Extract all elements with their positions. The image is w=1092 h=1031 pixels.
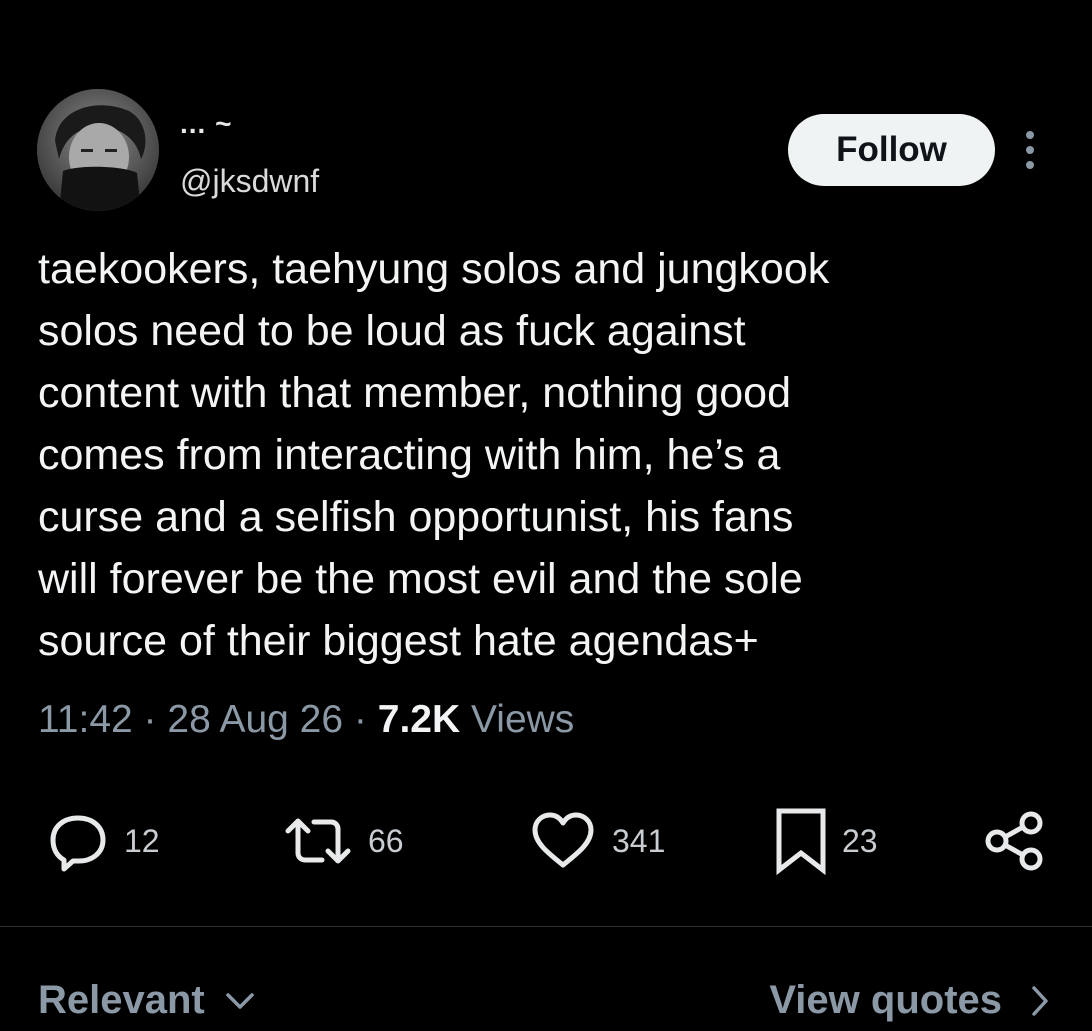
repost-button[interactable]: 66	[282, 806, 404, 876]
bookmark-icon	[776, 808, 826, 876]
views-count[interactable]: 7.2K	[378, 698, 460, 741]
more-vertical-icon[interactable]	[1019, 128, 1041, 172]
sort-dropdown[interactable]: Relevant	[38, 978, 257, 1023]
view-quotes-label: View quotes	[769, 978, 1002, 1022]
divider	[0, 926, 1092, 927]
bookmark-button[interactable]: 23	[774, 806, 878, 876]
reply-count: 12	[124, 822, 160, 859]
meta-separator: ·	[143, 698, 157, 741]
views-label: Views	[470, 698, 575, 741]
repost-icon	[285, 818, 351, 864]
tweet-time[interactable]: 11:42	[38, 698, 133, 741]
tweet-page: ... ~ @jksdwnf Follow taekookers, taehyu…	[0, 0, 1092, 1031]
chevron-right-icon	[1032, 985, 1048, 1016]
avatar[interactable]	[37, 89, 159, 211]
heart-icon	[532, 812, 594, 868]
like-button[interactable]: 341	[528, 806, 665, 876]
repost-count: 66	[368, 822, 404, 859]
tweet-date[interactable]: 28 Aug 26	[167, 698, 343, 741]
display-name[interactable]: ... ~	[180, 108, 232, 140]
username-handle[interactable]: @jksdwnf	[180, 163, 319, 200]
bookmark-count: 23	[842, 822, 878, 859]
share-icon	[985, 811, 1043, 871]
follow-button[interactable]: Follow	[788, 114, 995, 186]
view-quotes-link[interactable]: View quotes	[769, 978, 1052, 1023]
reply-button[interactable]: 12	[46, 806, 160, 876]
tweet-text: taekookers, taehyung solos and jungkook …	[38, 245, 830, 665]
like-count: 341	[612, 822, 666, 859]
chevron-down-icon	[226, 992, 254, 1009]
meta-separator: ·	[353, 698, 367, 741]
reply-icon	[50, 815, 106, 872]
sort-label: Relevant	[38, 978, 205, 1022]
profile-photo	[37, 89, 159, 211]
tweet-meta: 11:42 · 28 Aug 26 · 7.2K Views	[38, 698, 574, 742]
share-button[interactable]	[984, 806, 1046, 876]
